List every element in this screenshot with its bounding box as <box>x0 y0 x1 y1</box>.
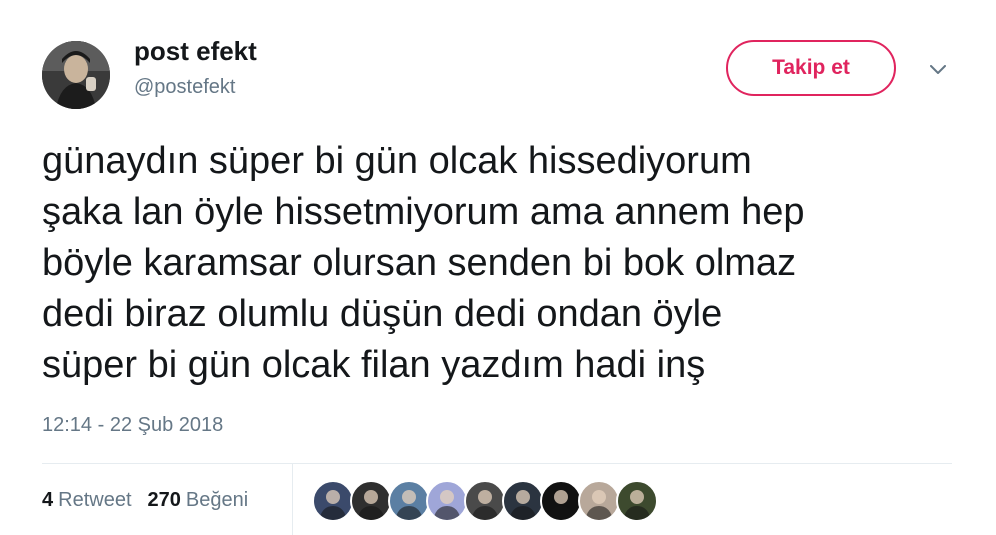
liker-avatar[interactable] <box>350 480 392 522</box>
person-silhouette-icon <box>585 490 613 520</box>
person-silhouette-icon <box>395 490 423 520</box>
retweet-count: 4 <box>42 488 54 511</box>
user-avatar-icon <box>42 41 110 109</box>
stats-divider-vertical <box>292 464 293 535</box>
liker-avatar[interactable] <box>616 480 658 522</box>
liker-avatar[interactable] <box>578 480 620 522</box>
tweet-text: günaydın süper bi gün olcak hissediyorum… <box>42 140 805 386</box>
tweet-timestamp[interactable]: 12:14 - 22 Şub 2018 <box>42 414 223 437</box>
person-silhouette-icon <box>509 490 537 520</box>
liker-avatar[interactable] <box>388 480 430 522</box>
follow-button[interactable]: Takip et <box>726 40 896 96</box>
like-stat[interactable]: 270 Beğeni <box>148 489 249 512</box>
stats-divider-top <box>42 463 952 464</box>
user-avatar[interactable] <box>42 41 110 109</box>
liker-avatars <box>312 480 658 522</box>
tweet-stats: 4 Retweet 270 Beğeni <box>42 486 264 514</box>
like-label: Beğeni <box>185 488 249 511</box>
person-silhouette-icon <box>319 490 347 520</box>
person-silhouette-icon <box>547 490 575 520</box>
chevron-down-icon <box>930 65 946 74</box>
like-count: 270 <box>147 488 181 511</box>
user-handle[interactable]: @postefekt <box>134 76 235 99</box>
tweet-menu-button[interactable] <box>924 58 952 82</box>
retweet-label: Retweet <box>58 488 132 511</box>
liker-avatar[interactable] <box>540 480 582 522</box>
person-silhouette-icon <box>623 490 651 520</box>
liker-avatar[interactable] <box>312 480 354 522</box>
liker-avatar[interactable] <box>426 480 468 522</box>
person-silhouette-icon <box>471 490 499 520</box>
liker-avatar[interactable] <box>464 480 506 522</box>
person-silhouette-icon <box>433 490 461 520</box>
display-name[interactable]: post efekt <box>134 36 257 67</box>
person-silhouette-icon <box>357 490 385 520</box>
liker-avatar[interactable] <box>502 480 544 522</box>
retweet-stat[interactable]: 4 Retweet <box>42 489 132 512</box>
